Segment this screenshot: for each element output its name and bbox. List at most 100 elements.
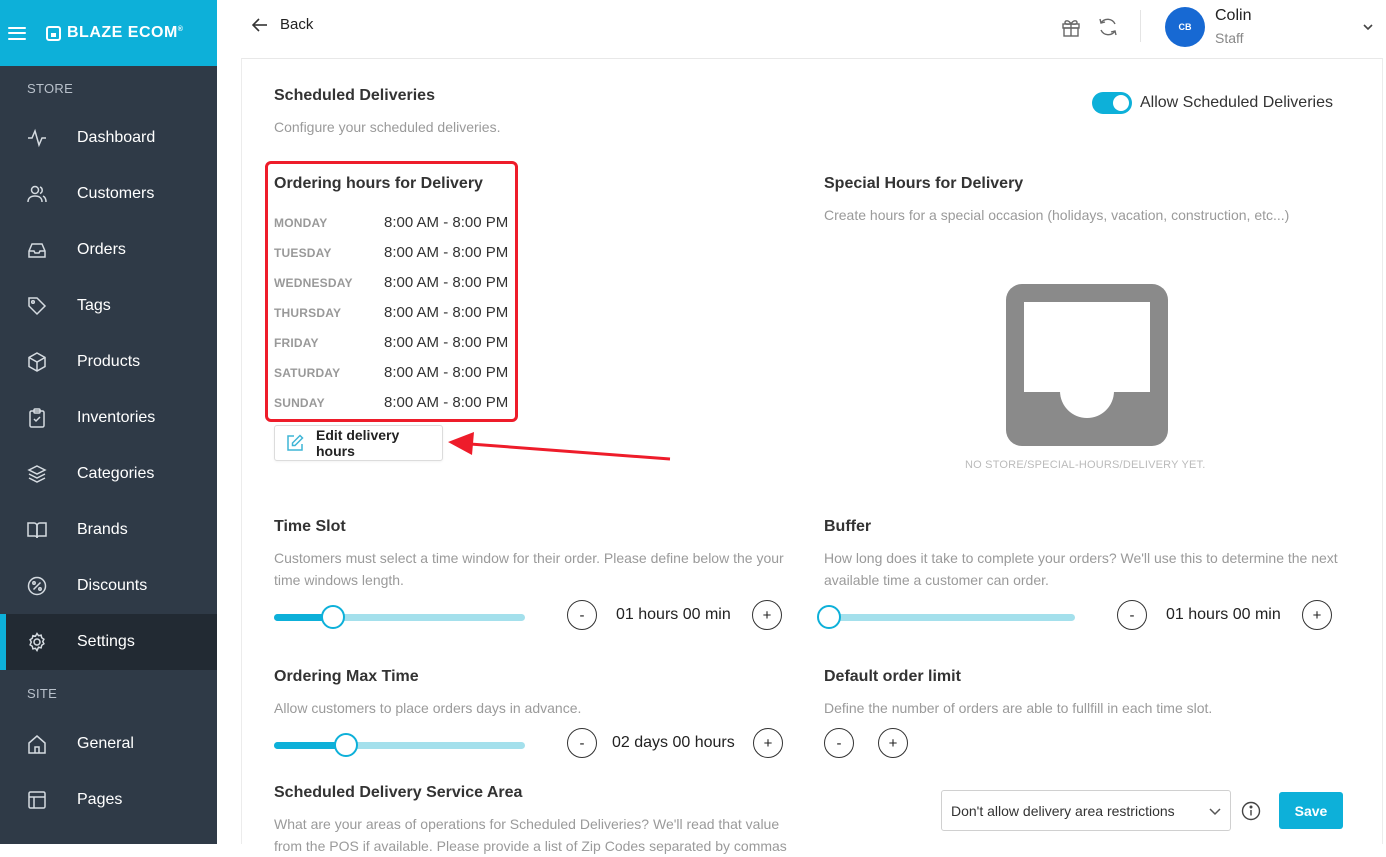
sidebar-item-label: Products [77,353,141,370]
day-hours: 8:00 AM - 8:00 PM [384,394,509,411]
box-icon [27,352,47,372]
buffer-subtitle: How long does it take to complete your o… [824,550,1338,566]
logo[interactable]: BLAZE ECOM ® [46,24,183,42]
sidebar-item-label: Tags [77,297,111,314]
sidebar-item-label: Pages [77,791,123,808]
edit-delivery-hours-button[interactable]: Edit delivery hours [274,425,443,461]
buffer-slider[interactable] [824,614,1075,621]
day-label: SUNDAY [274,396,325,410]
activity-icon [27,128,47,148]
sidebar-item-label: Dashboard [77,129,156,146]
tag-icon [27,296,47,316]
buffer-title: Buffer [824,518,872,535]
order-limit-increment-button[interactable]: + [878,728,908,758]
day-label: MONDAY [274,216,328,230]
gear-icon [27,632,47,652]
select-value: Don't allow delivery area restrictions [951,802,1175,819]
layers-icon [27,464,47,484]
save-button[interactable]: Save [1279,792,1343,829]
order-limit-title: Default order limit [824,668,961,685]
chevron-down-icon[interactable] [1362,20,1374,32]
buffer-subtitle: available time a customer can order. [824,572,1049,588]
sidebar-item-orders[interactable]: Orders [0,222,217,278]
sidebar-item-brands[interactable]: Brands [0,502,217,558]
max-time-value: 02 days 00 hours [612,734,735,751]
chevron-down-icon [1209,808,1221,816]
sidebar-item-general[interactable]: General [0,716,217,772]
refresh-icon[interactable] [1097,16,1119,38]
gift-icon[interactable] [1060,16,1082,38]
day-hours: 8:00 AM - 8:00 PM [384,304,509,321]
max-time-increment-button[interactable]: + [753,728,783,758]
avatar[interactable]: CB [1165,7,1205,47]
section-subtitle: Configure your scheduled deliveries. [274,119,501,135]
order-limit-decrement-button[interactable]: - [824,728,854,758]
sidebar-item-discounts[interactable]: Discounts [0,558,217,614]
time-slot-subtitle: time windows length. [274,572,404,588]
section-label-site: SITE [27,685,58,701]
sidebar-item-label: Categories [77,465,155,482]
percent-badge-icon [27,576,47,596]
max-time-title: Ordering Max Time [274,668,419,685]
max-time-decrement-button[interactable]: - [567,728,597,758]
settings-panel: Scheduled Deliveries Configure your sche… [241,58,1383,854]
home-icon [27,734,47,754]
order-limit-subtitle: Define the number of orders are able to … [824,700,1213,716]
sidebar-item-categories[interactable]: Categories [0,446,217,502]
sidebar-item-label: Brands [77,521,128,538]
day-label: THURSDAY [274,306,342,320]
time-slot-slider[interactable] [274,614,525,621]
allow-scheduled-toggle[interactable] [1092,92,1132,114]
sidebar: BLAZE ECOM ® STORE Dashboard Customers Or… [0,0,217,844]
sidebar-item-label: General [77,735,134,752]
divider [1140,10,1141,42]
sidebar-item-label: Orders [77,241,126,258]
sidebar-item-inventories[interactable]: Inventories [0,390,217,446]
day-hours: 8:00 AM - 8:00 PM [384,274,509,291]
sidebar-item-dashboard[interactable]: Dashboard [0,110,217,166]
service-area-title: Scheduled Delivery Service Area [274,784,523,801]
brand-name: BLAZE ECOM [67,24,178,41]
time-slot-slider-thumb[interactable] [321,605,345,629]
toggle-label: Allow Scheduled Deliveries [1140,94,1333,111]
max-time-subtitle: Allow customers to place orders days in … [274,700,582,716]
clipboard-check-icon [27,408,47,428]
day-label: TUESDAY [274,246,332,260]
section-label-store: STORE [27,80,74,96]
sidebar-item-tags[interactable]: Tags [0,278,217,334]
special-hours-title: Special Hours for Delivery [824,175,1024,192]
back-button[interactable]: Back [252,16,313,33]
day-label: SATURDAY [274,366,341,380]
max-time-slider[interactable] [274,742,525,749]
time-slot-decrement-button[interactable]: - [567,600,597,630]
ordering-hours-highlight [265,161,518,422]
service-area-subtitle: from the POS if available. Please provid… [274,838,787,854]
time-slot-increment-button[interactable]: + [752,600,782,630]
buffer-slider-thumb[interactable] [817,605,841,629]
sidebar-item-customers[interactable]: Customers [0,166,217,222]
buffer-decrement-button[interactable]: - [1117,600,1147,630]
info-icon[interactable] [1241,801,1261,821]
back-label: Back [280,16,314,33]
sidebar-item-label: Inventories [77,409,156,426]
buffer-increment-button[interactable]: + [1302,600,1332,630]
sidebar-item-products[interactable]: Products [0,334,217,390]
day-label: WEDNESDAY [274,276,353,290]
menu-icon[interactable] [8,26,26,40]
empty-state-text: NO STORE/SPECIAL-HOURS/DELIVERY YET. [965,459,1206,471]
annotation-arrow [448,432,671,461]
delivery-area-select[interactable]: Don't allow delivery area restrictions [941,790,1231,831]
sidebar-item-settings[interactable]: Settings [0,614,217,670]
buffer-value: 01 hours 00 min [1166,606,1281,623]
service-area-subtitle: What are your areas of operations for Sc… [274,816,780,832]
ordering-hours-title: Ordering hours for Delivery [274,175,483,192]
book-open-icon [27,520,47,540]
user-name[interactable]: Colin [1215,7,1251,25]
day-hours: 8:00 AM - 8:00 PM [384,364,509,381]
max-time-slider-thumb[interactable] [334,733,358,757]
time-slot-subtitle: Customers must select a time window for … [274,550,784,566]
logo-icon [46,25,61,41]
section-title: Scheduled Deliveries [274,87,435,104]
topbar: Back CB Colin Staff [217,0,1386,58]
sidebar-item-pages[interactable]: Pages [0,772,217,828]
